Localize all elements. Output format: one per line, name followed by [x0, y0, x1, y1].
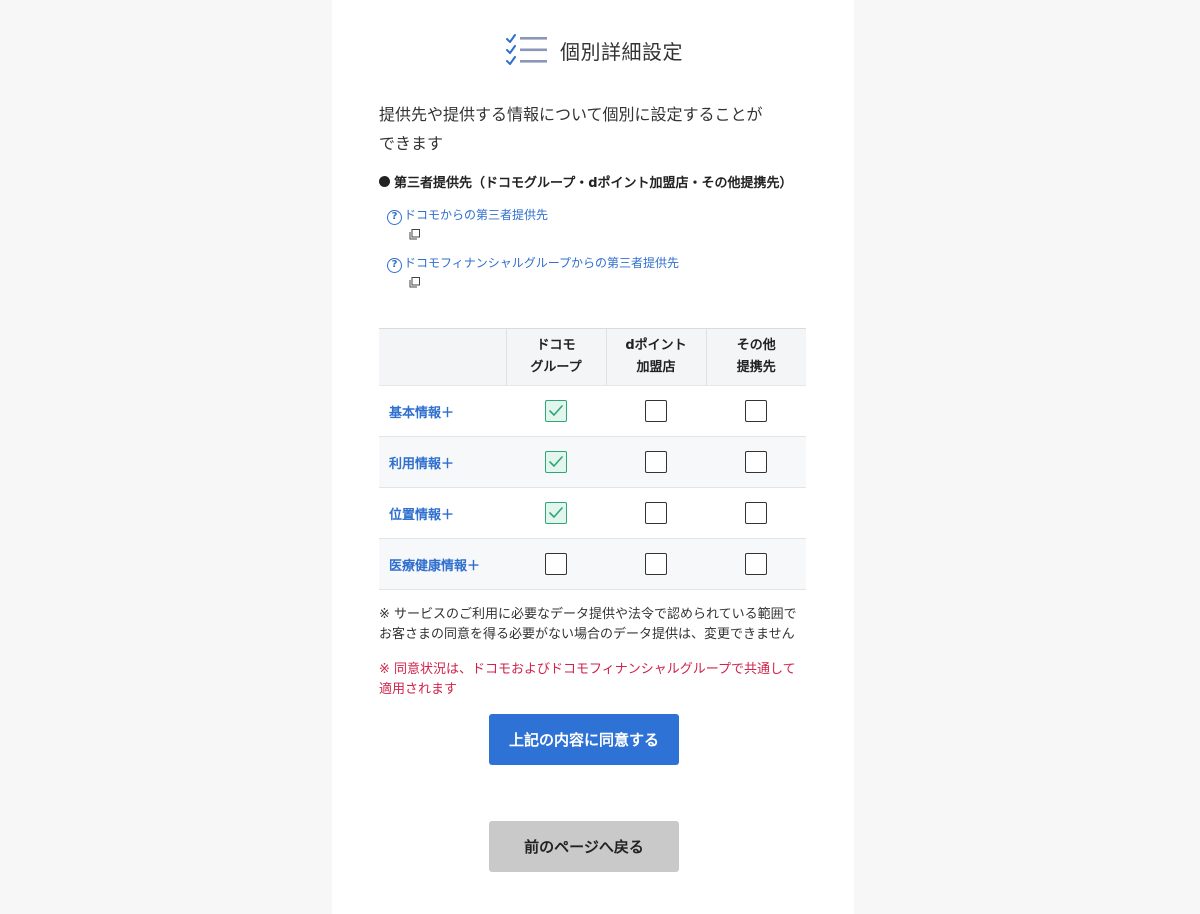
checkbox-medical-docomo[interactable]	[545, 553, 567, 575]
checkbox-basic-docomo[interactable]	[545, 400, 567, 422]
notice-text: ※ サービスのご利用に必要なデータ提供や法令で認められている範囲で お客さまの同…	[379, 605, 819, 645]
checkbox-cell	[506, 538, 606, 590]
header-other-partners: その他 提携先	[705, 328, 806, 386]
help-circle-icon: ?	[387, 210, 402, 225]
header-docomo-group: ドコモ グループ	[505, 328, 606, 386]
checkbox-basic-other[interactable]	[745, 400, 767, 422]
row-label-basic-info[interactable]: 基本情報＋	[379, 385, 506, 437]
red-notice-line-2: 適用されます	[379, 682, 458, 697]
checkbox-cell	[706, 487, 806, 539]
checkbox-usage-other[interactable]	[745, 451, 767, 473]
checklist-icon	[506, 34, 547, 65]
bullet-icon	[379, 176, 390, 187]
main-panel: 個別詳細設定 提供先や提供する情報について個別に設定することが できます 第三者…	[332, 0, 854, 914]
checkbox-cell	[606, 538, 706, 590]
checkbox-location-docomo[interactable]	[545, 502, 567, 524]
header-line: 加盟店	[636, 360, 676, 375]
checkbox-medical-other[interactable]	[745, 553, 767, 575]
checkbox-cell	[606, 487, 706, 539]
consent-table: ドコモ グループ dポイント 加盟店 その他 提携先 基本情報＋ 利用情報＋ 位…	[379, 328, 806, 590]
red-notice-line-1: ※ 同意状況は、ドコモおよびドコモフィナンシャルグループで共通して	[379, 662, 796, 677]
checkbox-cell	[506, 436, 606, 488]
intro-line-2: できます	[379, 134, 444, 153]
checkbox-medical-dpoint[interactable]	[645, 553, 667, 575]
third-party-title: 第三者提供先（ドコモグループ・dポイント加盟店・その他提携先）	[394, 176, 793, 191]
page-heading: 個別詳細設定	[506, 30, 683, 70]
intro-line-1: 提供先や提供する情報について個別に設定することが	[379, 105, 763, 124]
back-button[interactable]: 前のページへ戻る	[489, 821, 679, 872]
table-row: 基本情報＋	[379, 385, 806, 437]
page-title: 個別詳細設定	[560, 39, 683, 64]
row-label-usage-info[interactable]: 利用情報＋	[379, 436, 506, 488]
checkbox-cell	[506, 487, 606, 539]
intro-text: 提供先や提供する情報について個別に設定することが できます	[379, 100, 819, 158]
notice-line-1: ※ サービスのご利用に必要なデータ提供や法令で認められている範囲で	[379, 607, 797, 622]
table-header-row: ドコモ グループ dポイント 加盟店 その他 提携先	[379, 328, 806, 386]
link-label[interactable]: ドコモフィナンシャルグループからの第三者提供先	[404, 254, 679, 271]
checkbox-cell	[606, 385, 706, 437]
table-row: 位置情報＋	[379, 487, 806, 539]
checkbox-cell	[706, 538, 806, 590]
checkbox-basic-dpoint[interactable]	[645, 400, 667, 422]
link-label[interactable]: ドコモからの第三者提供先	[404, 206, 548, 223]
header-line: グループ	[530, 360, 582, 375]
header-empty	[379, 328, 506, 386]
checkbox-location-other[interactable]	[745, 502, 767, 524]
checkbox-cell	[706, 436, 806, 488]
checkbox-location-dpoint[interactable]	[645, 502, 667, 524]
checkbox-cell	[506, 385, 606, 437]
checkbox-usage-docomo[interactable]	[545, 451, 567, 473]
external-window-icon	[409, 229, 420, 240]
checkmark-icon	[549, 507, 563, 518]
notice-line-2: お客さまの同意を得る必要がない場合のデータ提供は、変更できません	[379, 627, 795, 642]
checkbox-cell	[706, 385, 806, 437]
header-line: ドコモ	[536, 338, 576, 353]
external-window-icon	[409, 277, 420, 288]
table-row: 利用情報＋	[379, 436, 806, 488]
header-dpoint-stores: dポイント 加盟店	[605, 328, 706, 386]
checkmark-icon	[549, 405, 563, 416]
table-row: 医療健康情報＋	[379, 538, 806, 590]
help-circle-icon: ?	[387, 258, 402, 273]
row-label-medical-info[interactable]: 医療健康情報＋	[379, 538, 506, 590]
agree-button[interactable]: 上記の内容に同意する	[489, 714, 679, 765]
table-body: 基本情報＋ 利用情報＋ 位置情報＋ 医療健康情報＋	[379, 385, 806, 590]
row-label-location-info[interactable]: 位置情報＋	[379, 487, 506, 539]
checkbox-cell	[606, 436, 706, 488]
checkbox-usage-dpoint[interactable]	[645, 451, 667, 473]
consent-shared-notice: ※ 同意状況は、ドコモおよびドコモフィナンシャルグループで共通して 適用されます	[379, 660, 819, 700]
checkmark-icon	[549, 456, 563, 467]
header-line: 提携先	[736, 360, 776, 375]
header-line: dポイント	[625, 338, 687, 353]
header-line: その他	[736, 338, 776, 353]
third-party-heading: 第三者提供先（ドコモグループ・dポイント加盟店・その他提携先）	[379, 172, 793, 191]
